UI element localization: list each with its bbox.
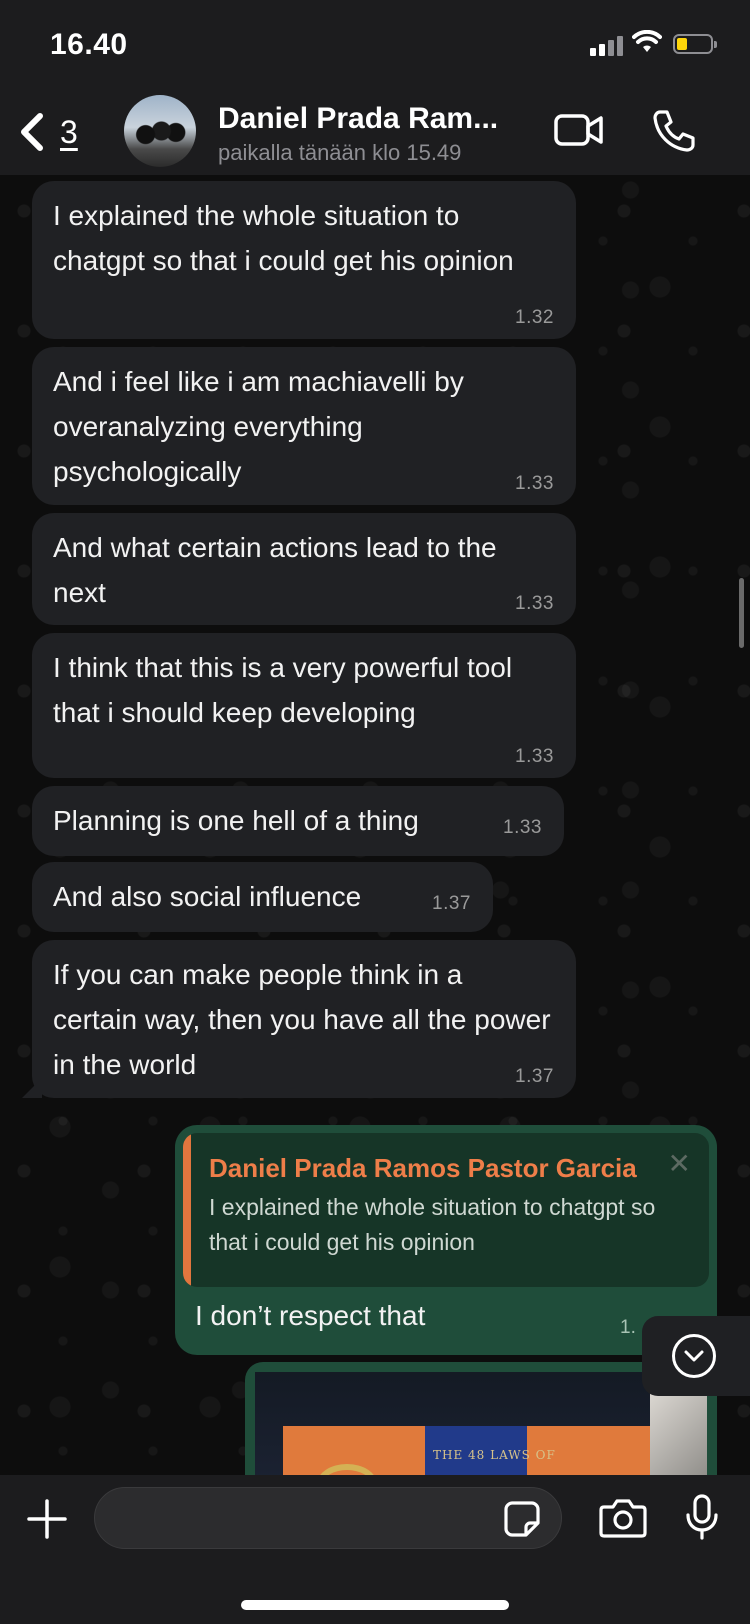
close-icon: ✕	[667, 1148, 691, 1179]
status-time: 16.40	[50, 28, 128, 61]
composer-bar	[0, 1475, 750, 1624]
quoted-message[interactable]: Daniel Prada Ramos Pastor Garcia I expla…	[183, 1133, 709, 1287]
message-text: And what certain actions lead to the nex…	[53, 532, 497, 608]
incoming-message[interactable]: And also social influence 1.37	[32, 862, 493, 932]
outgoing-message[interactable]: Daniel Prada Ramos Pastor Garcia I expla…	[175, 1125, 717, 1355]
plus-icon[interactable]	[25, 1497, 69, 1541]
video-call-icon[interactable]	[553, 110, 605, 150]
message-time: 1.33	[503, 817, 542, 838]
message-text: And also social influence	[53, 881, 362, 912]
home-indicator[interactable]	[241, 1600, 509, 1610]
message-time: 1.37	[432, 893, 471, 914]
incoming-message[interactable]: Planning is one hell of a thing 1.33	[32, 786, 564, 856]
quoted-sender-name: Daniel Prada Ramos Pastor Garcia	[209, 1153, 637, 1183]
message-time: 1.32	[515, 307, 554, 328]
incoming-message[interactable]: If you can make people think in a certai…	[32, 940, 576, 1098]
microphone-icon[interactable]	[684, 1493, 720, 1541]
chevron-down-icon	[672, 1334, 716, 1378]
phone-icon[interactable]	[652, 108, 696, 152]
message-text: If you can make people think in a certai…	[53, 959, 551, 1080]
message-time: 1.33	[515, 473, 554, 494]
message-text: I think that this is a very powerful too…	[53, 652, 513, 728]
message-time: 1.33	[515, 593, 554, 614]
unread-count: 3	[60, 113, 78, 150]
scroll-to-bottom-button[interactable]	[642, 1316, 750, 1396]
message-time: 1.33	[515, 746, 554, 767]
battery-icon	[673, 34, 717, 54]
incoming-message[interactable]: And what certain actions lead to the nex…	[32, 513, 576, 625]
signal-icon	[590, 36, 623, 56]
contact-name[interactable]: Daniel Prada Ram...	[218, 102, 498, 136]
wifi-icon	[632, 30, 662, 52]
message-text: Planning is one hell of a thing	[53, 805, 419, 836]
camera-icon[interactable]	[598, 1497, 648, 1539]
message-time: 1.	[620, 1317, 636, 1338]
back-button[interactable]: 3	[18, 112, 78, 152]
message-text: I explained the whole situation to chatg…	[53, 200, 514, 276]
chevron-left-icon	[21, 113, 43, 151]
message-text: And i feel like i am machiavelli by over…	[53, 366, 464, 487]
status-bar: 16.40	[0, 0, 750, 90]
message-input[interactable]	[94, 1487, 562, 1549]
scrollbar[interactable]	[739, 578, 744, 648]
chat-header: 3 Daniel Prada Ram... paikalla tänään kl…	[0, 90, 750, 175]
incoming-message[interactable]: I explained the whole situation to chatg…	[32, 181, 576, 339]
book-title: THE 48 LAWS OF	[433, 1448, 556, 1462]
sticker-icon[interactable]	[502, 1499, 542, 1539]
message-time: 1.37	[515, 1066, 554, 1087]
contact-avatar[interactable]	[124, 95, 196, 167]
quoted-message-text: I explained the whole situation to chatg…	[209, 1194, 656, 1255]
incoming-message[interactable]: And i feel like i am machiavelli by over…	[32, 347, 576, 505]
message-text: I don’t respect that	[195, 1300, 426, 1331]
photo-thumbnail: THE 48 LAWS OF	[255, 1372, 707, 1475]
incoming-message[interactable]: I think that this is a very powerful too…	[32, 633, 576, 778]
contact-last-seen: paikalla tänään klo 15.49	[218, 140, 462, 165]
